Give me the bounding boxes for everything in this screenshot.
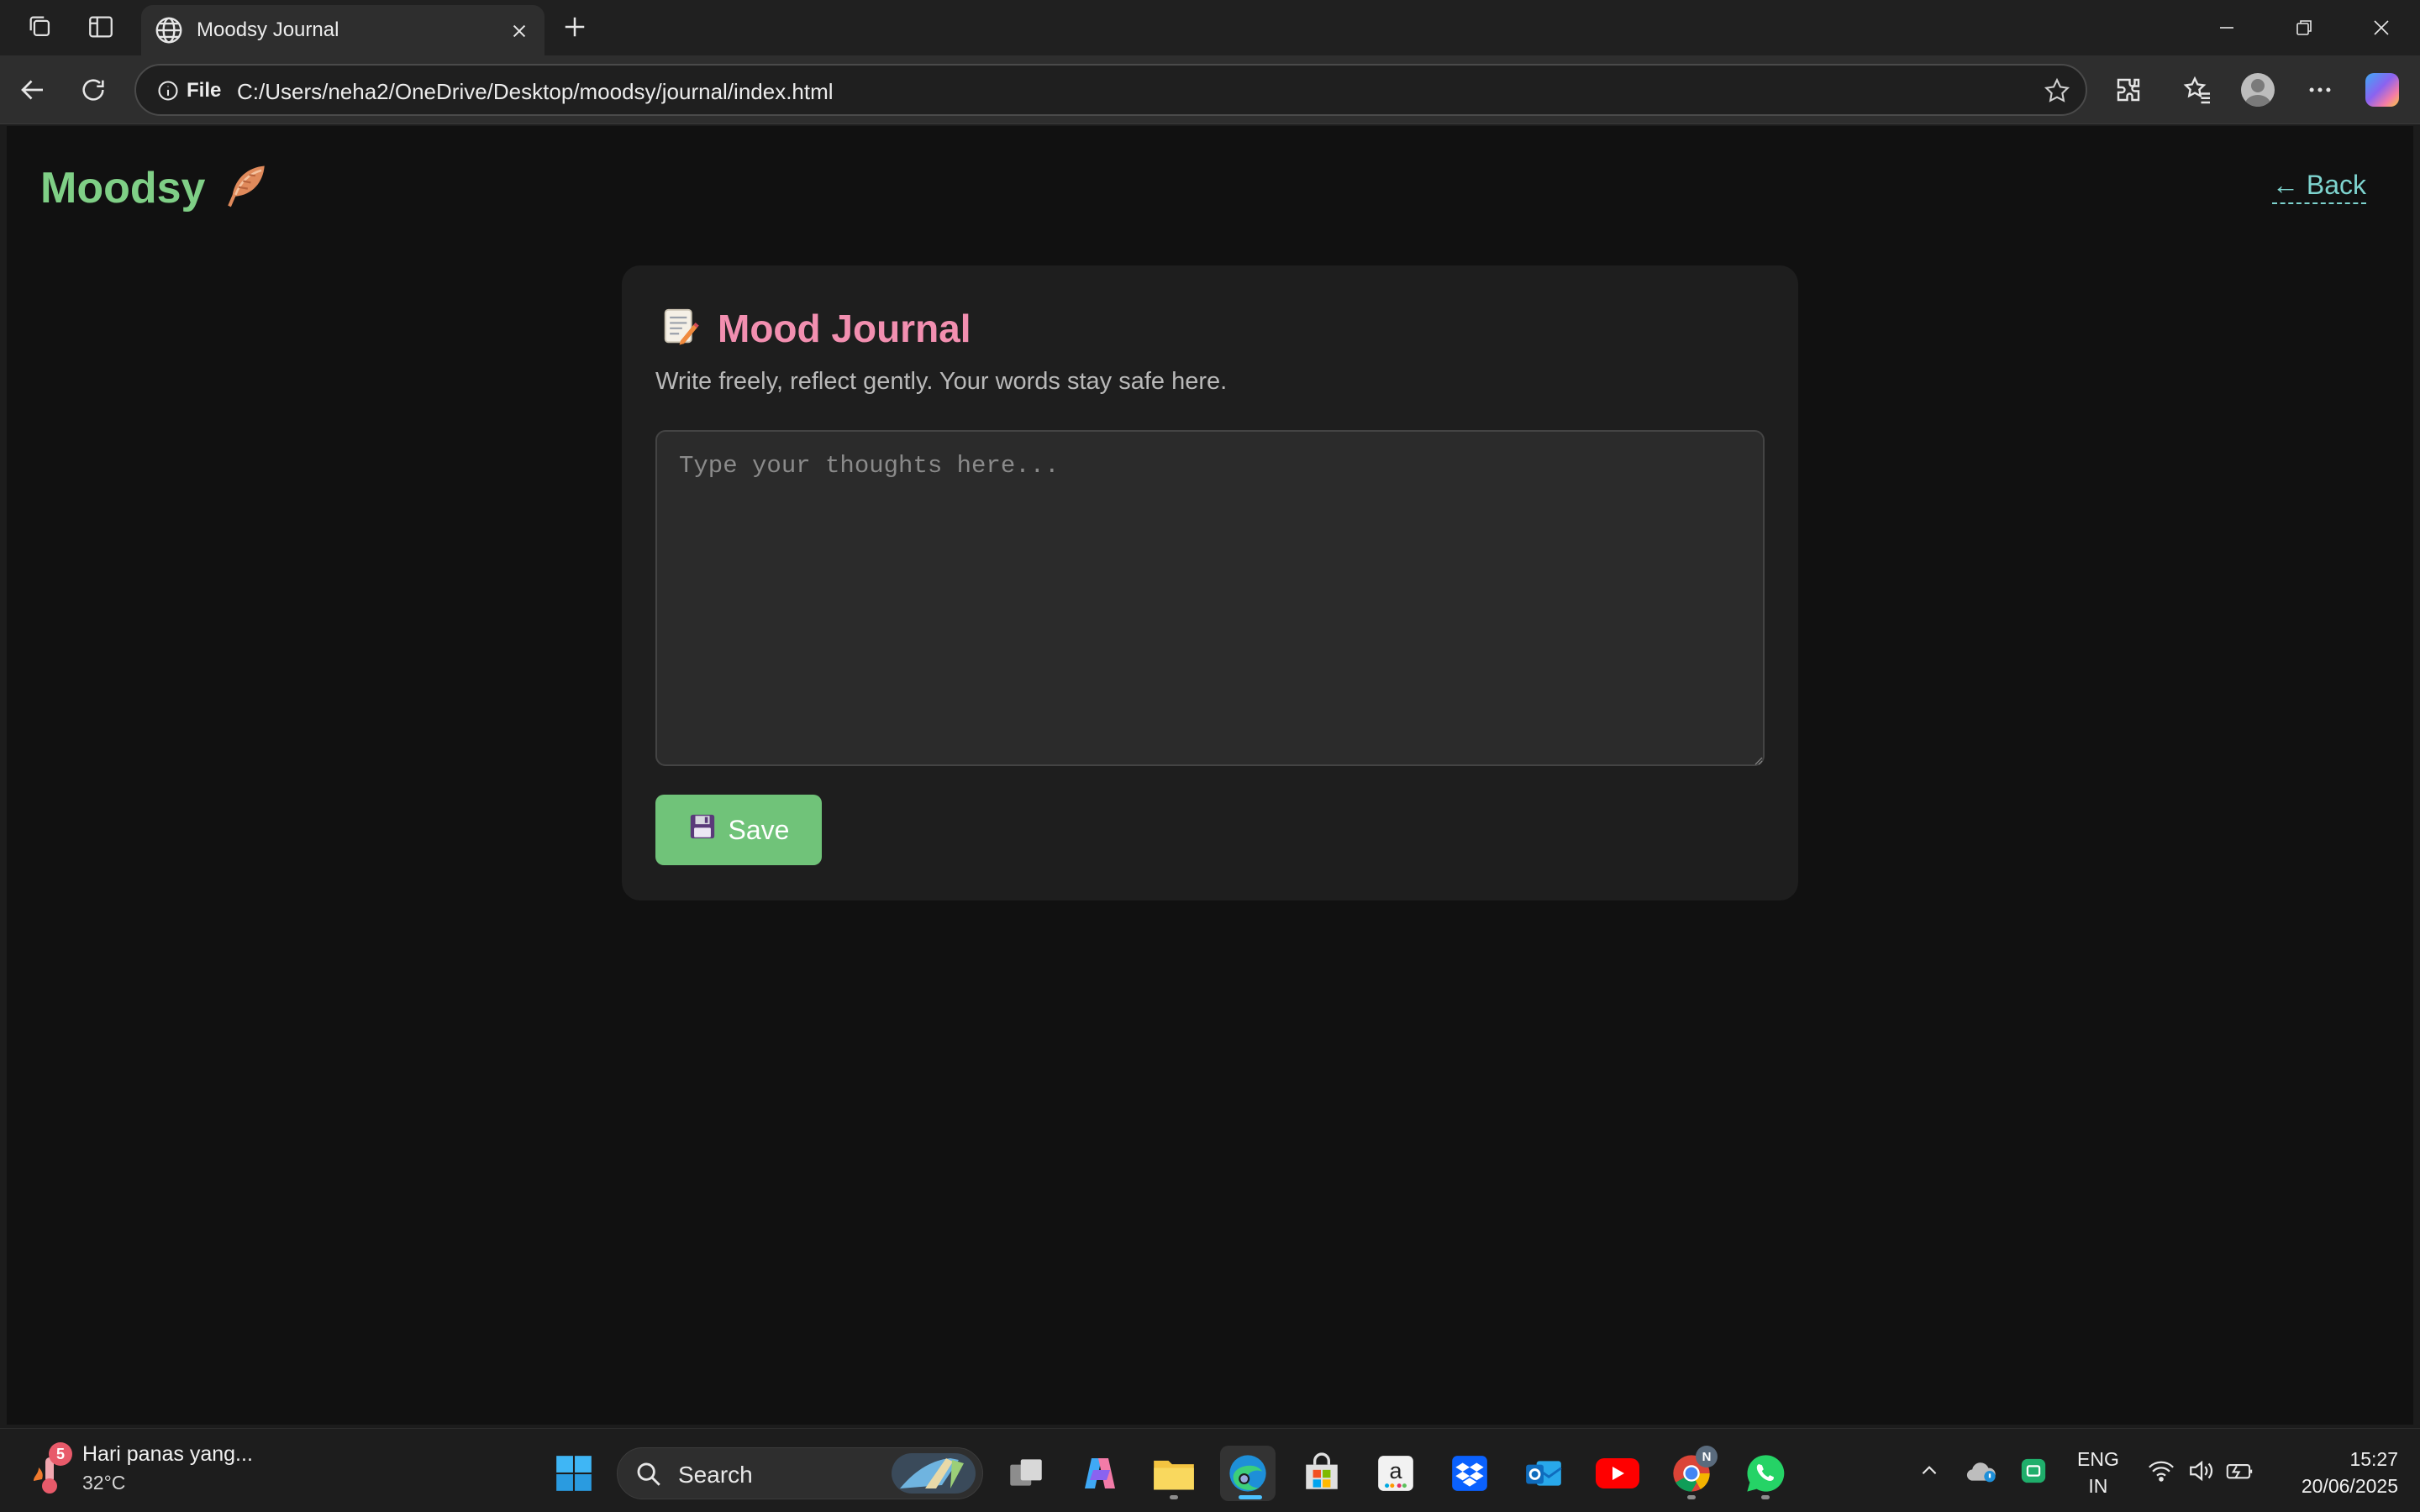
- info-icon: [158, 81, 178, 101]
- card-header: Mood Journal: [662, 306, 971, 351]
- page-viewport: Moodsy ← Back Mood Journal Write freely,…: [7, 126, 2413, 1425]
- chrome-profile-badge: N: [1696, 1446, 1718, 1467]
- search-highlight-icon: [892, 1452, 976, 1499]
- microsoft-store-icon[interactable]: [1294, 1446, 1349, 1501]
- address-scheme: File: [187, 79, 222, 102]
- back-arrow-icon[interactable]: [13, 71, 52, 109]
- lang-line-2: IN: [2088, 1475, 2108, 1497]
- refresh-icon[interactable]: [74, 71, 113, 109]
- clock-time: 15:27: [2349, 1448, 2398, 1470]
- close-window-button[interactable]: [2356, 7, 2407, 49]
- restore-button[interactable]: [2279, 7, 2329, 49]
- chevron-up-icon[interactable]: [1912, 1446, 1946, 1496]
- thermometer-icon: 5: [29, 1442, 72, 1494]
- whatsapp-icon[interactable]: [1738, 1446, 1793, 1501]
- card-subtitle: Write freely, reflect gently. Your words…: [655, 368, 1228, 395]
- amazon-icon[interactable]: a: [1368, 1446, 1423, 1501]
- onedrive-icon[interactable]: [1963, 1446, 2000, 1496]
- tab-active[interactable]: Moodsy Journal: [141, 5, 544, 57]
- input-language[interactable]: ENG IN: [2077, 1446, 2119, 1499]
- address-url[interactable]: C:/Users/neha2/OneDrive/Desktop/moodsy/j…: [237, 79, 834, 105]
- taskbar-search[interactable]: Search: [617, 1447, 983, 1499]
- weather-badge: 5: [49, 1442, 72, 1466]
- more-menu-icon[interactable]: [2301, 71, 2339, 109]
- save-button[interactable]: Save: [655, 795, 822, 865]
- weather-temp: 32°C: [82, 1472, 126, 1494]
- profile-avatar[interactable]: [2238, 71, 2277, 109]
- clock-date: 20/06/2025: [2301, 1475, 2398, 1497]
- weather-widget[interactable]: 5 Hari panas yang... 32°C: [29, 1442, 253, 1494]
- feather-icon: [222, 161, 271, 214]
- search-label: Search: [678, 1462, 753, 1488]
- start-button[interactable]: [546, 1446, 602, 1501]
- close-tab-icon[interactable]: [502, 14, 536, 48]
- tab-title: Moodsy Journal: [197, 18, 339, 41]
- search-icon: [634, 1460, 663, 1493]
- lang-line-1: ENG: [2077, 1448, 2119, 1470]
- address-bar[interactable]: File C:/Users/neha2/OneDrive/Desktop/moo…: [134, 64, 2087, 116]
- extensions-icon[interactable]: [2109, 71, 2148, 109]
- weather-title: Hari panas yang...: [82, 1442, 253, 1466]
- resize-grip-icon[interactable]: [1753, 754, 1763, 769]
- taskbar: 5 Hari panas yang... 32°C Search a N ENG…: [0, 1428, 2420, 1512]
- minimize-button[interactable]: [2202, 7, 2252, 49]
- copilot-app-icon[interactable]: [1072, 1446, 1128, 1501]
- edge-browser-icon[interactable]: [1220, 1446, 1276, 1501]
- back-link[interactable]: ← Back: [2271, 170, 2366, 204]
- battery-icon[interactable]: [2223, 1446, 2257, 1496]
- tray-app-icon[interactable]: [2015, 1446, 2052, 1496]
- memo-icon: [662, 307, 699, 351]
- favorite-star-icon[interactable]: [2040, 74, 2074, 108]
- dropbox-icon[interactable]: [1442, 1446, 1497, 1501]
- chrome-icon[interactable]: N: [1664, 1446, 1719, 1501]
- favorites-icon[interactable]: [2178, 71, 2217, 109]
- svg-text:a: a: [1389, 1457, 1402, 1483]
- globe-icon: [153, 14, 185, 50]
- task-view-icon[interactable]: [998, 1446, 1054, 1501]
- file-explorer-icon[interactable]: [1146, 1446, 1202, 1501]
- journal-textarea[interactable]: [655, 430, 1765, 766]
- save-label: Save: [728, 814, 790, 845]
- brand: Moodsy: [40, 161, 271, 214]
- copilot-icon[interactable]: [2363, 71, 2402, 109]
- tab-strip: Moodsy Journal: [0, 0, 2420, 57]
- vertical-tabs-icon[interactable]: [82, 10, 119, 44]
- browser-toolbar: File C:/Users/neha2/OneDrive/Desktop/moo…: [0, 55, 2420, 124]
- journal-card: Mood Journal Write freely, reflect gentl…: [622, 265, 1798, 900]
- workspaces-icon[interactable]: [22, 10, 59, 44]
- page-title: Mood Journal: [718, 307, 971, 350]
- site-info-button[interactable]: File: [148, 74, 229, 108]
- new-tab-button[interactable]: [556, 8, 593, 45]
- wifi-icon[interactable]: [2144, 1446, 2178, 1496]
- brand-name: Moodsy: [40, 163, 206, 213]
- volume-icon[interactable]: [2185, 1446, 2218, 1496]
- system-clock[interactable]: 15:27 20/06/2025: [2302, 1446, 2398, 1499]
- floppy-disk-icon: [688, 812, 717, 848]
- outlook-icon[interactable]: [1516, 1446, 1571, 1501]
- youtube-icon[interactable]: [1590, 1446, 1645, 1501]
